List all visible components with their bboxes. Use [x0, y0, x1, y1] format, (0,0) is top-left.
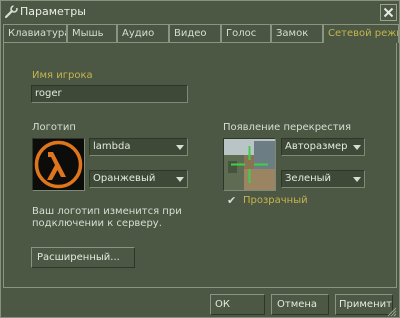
logo-hint-line-2: подключении к серверу.: [32, 218, 162, 229]
player-name-input[interactable]: roger: [31, 85, 188, 103]
close-button[interactable]: [380, 4, 397, 21]
translucent-checkbox[interactable]: ✔ Прозрачный: [227, 194, 308, 208]
tab-keyboard[interactable]: Клавиатура: [3, 24, 67, 42]
logo-select-value: lambda: [93, 141, 131, 152]
chevron-down-icon: [176, 145, 184, 150]
ok-button[interactable]: ОК: [210, 294, 265, 315]
title-bar[interactable]: Параметры: [1, 1, 399, 23]
crosshair-label: Появление перекрестия: [223, 122, 352, 133]
tab-bar: Клавиатура Мышь Аудио Видео Голос Замок …: [1, 24, 399, 43]
logo-hint-line-1: Ваш логотип изменится при: [32, 206, 182, 217]
apply-button[interactable]: Применить: [335, 294, 393, 315]
tab-audio[interactable]: Аудио: [117, 24, 169, 42]
chevron-down-icon: [176, 177, 184, 182]
tab-lock[interactable]: Замок: [271, 24, 323, 42]
crosshair-color-value: Зеленый: [285, 173, 332, 184]
logo-color-select[interactable]: Оранжевый: [89, 170, 188, 188]
tab-mouse[interactable]: Мышь: [67, 24, 117, 42]
lambda-logo-icon: [34, 140, 83, 189]
player-name-label: Имя игрока: [32, 70, 93, 81]
checkmark-icon: ✔: [227, 194, 237, 207]
crosshair-color-select[interactable]: Зеленый: [281, 170, 365, 188]
crosshair-preview: [223, 138, 276, 191]
chevron-down-icon: [353, 177, 361, 182]
tab-video[interactable]: Видео: [169, 24, 221, 42]
resize-grip-icon[interactable]: [387, 307, 397, 317]
options-dialog: Параметры Клавиатура Мышь Аудио Видео Го…: [0, 0, 400, 318]
logo-label: Логотип: [32, 122, 76, 133]
wrench-icon: [4, 5, 18, 19]
chevron-down-icon: [353, 145, 361, 150]
close-icon: [383, 7, 394, 18]
advanced-button[interactable]: Расширенный...: [31, 247, 135, 268]
crosshair-size-select[interactable]: Авторазмер: [281, 138, 365, 156]
crosshair-preview-image: [224, 139, 275, 190]
translucent-label: Прозрачный: [243, 195, 308, 206]
crosshair-size-value: Авторазмер: [285, 141, 348, 152]
tab-multiplayer[interactable]: Сетевой режим: [323, 24, 399, 43]
window-title: Параметры: [20, 5, 86, 18]
logo-color-value: Оранжевый: [93, 173, 156, 184]
logo-preview: [32, 138, 85, 191]
logo-select[interactable]: lambda: [89, 138, 188, 156]
cancel-button[interactable]: Отмена: [271, 294, 329, 315]
tab-voice[interactable]: Голос: [221, 24, 271, 42]
